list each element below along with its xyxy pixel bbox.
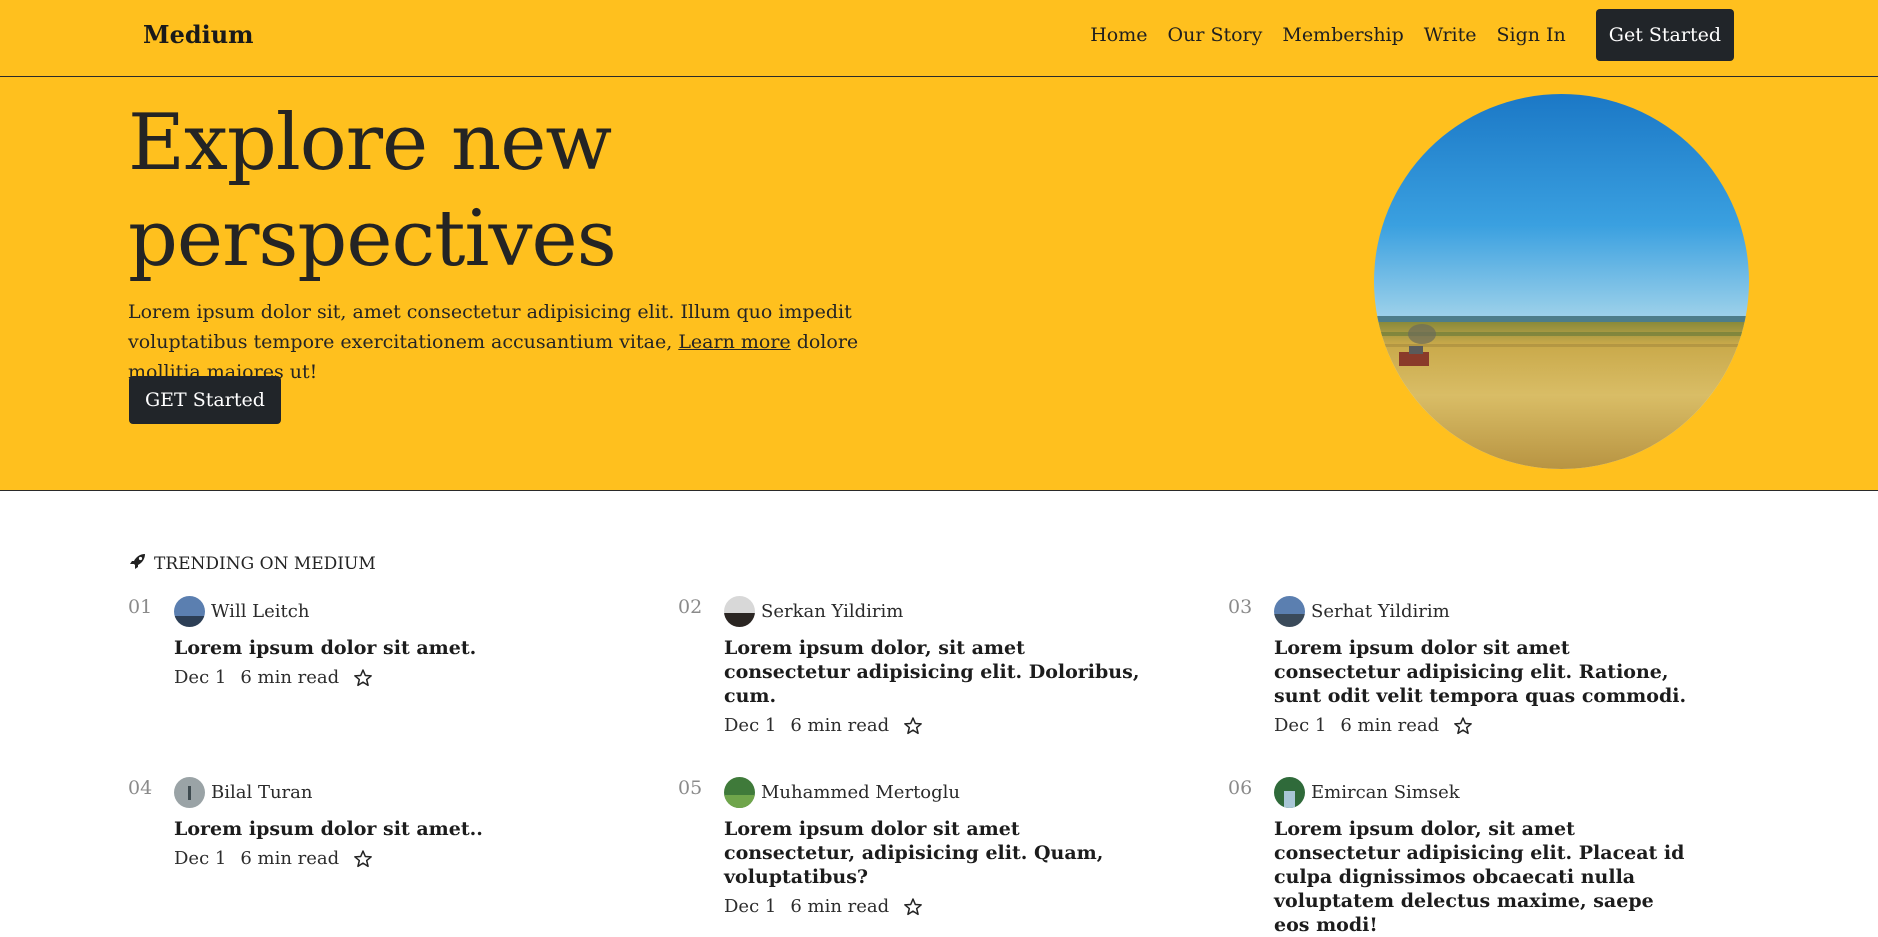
author[interactable]: Serkan Yildirim bbox=[724, 596, 903, 627]
article-title[interactable]: Lorem ipsum dolor, sit amet consectetur … bbox=[724, 636, 1144, 738]
article-title[interactable]: Lorem ipsum dolor sit amet consectetur, … bbox=[724, 817, 1144, 919]
avatar bbox=[724, 596, 755, 627]
article-title-text: Lorem ipsum dolor sit amet. bbox=[174, 637, 477, 659]
trending-number: 06 bbox=[1228, 777, 1253, 799]
author[interactable]: Muhammed Mertoglu bbox=[724, 777, 960, 808]
hero-get-started-button[interactable]: GET Started bbox=[129, 376, 281, 424]
author-name: Serhat Yildirim bbox=[1311, 601, 1450, 622]
article-read-time: 6 min read bbox=[240, 848, 340, 869]
trending-title: TRENDING ON MEDIUM bbox=[154, 553, 376, 574]
star-icon[interactable] bbox=[903, 897, 923, 917]
author-name: Emircan Simsek bbox=[1311, 782, 1460, 803]
avatar bbox=[724, 777, 755, 808]
author[interactable]: Emircan Simsek bbox=[1274, 777, 1460, 808]
rocket-icon bbox=[128, 551, 148, 576]
trending-number: 01 bbox=[128, 596, 153, 618]
trending-heading: TRENDING ON MEDIUM bbox=[128, 551, 376, 576]
nav-links: Home Our Story Membership Write Sign In … bbox=[1090, 9, 1734, 61]
avatar bbox=[174, 777, 205, 808]
article-date: Dec 1 bbox=[174, 667, 227, 688]
hero-section: Explore new perspectives Lorem ipsum dol… bbox=[0, 77, 1878, 491]
star-icon[interactable] bbox=[1453, 716, 1473, 736]
article-read-time: 6 min read bbox=[790, 715, 890, 736]
trending-number: 02 bbox=[678, 596, 703, 618]
article-title[interactable]: Lorem ipsum dolor sit amet.. Dec 1 6 min… bbox=[174, 817, 594, 871]
article-title-text: Lorem ipsum dolor sit amet consectetur a… bbox=[1274, 637, 1687, 707]
star-icon[interactable] bbox=[353, 668, 373, 688]
star-icon[interactable] bbox=[903, 716, 923, 736]
article-title[interactable]: Lorem ipsum dolor, sit amet consectetur … bbox=[1274, 817, 1694, 937]
article-date: Dec 1 bbox=[724, 715, 777, 736]
nav-link-our-story[interactable]: Our Story bbox=[1168, 24, 1263, 46]
author[interactable]: Bilal Turan bbox=[174, 777, 312, 808]
article-title-text: Lorem ipsum dolor, sit amet consectetur … bbox=[724, 637, 1140, 707]
trending-number: 05 bbox=[678, 777, 703, 799]
star-icon[interactable] bbox=[353, 849, 373, 869]
article-meta: Dec 1 6 min read bbox=[174, 847, 594, 871]
article-read-time: 6 min read bbox=[240, 667, 340, 688]
article-date: Dec 1 bbox=[1274, 715, 1327, 736]
article-title-text: Lorem ipsum dolor sit amet consectetur, … bbox=[724, 818, 1104, 888]
learn-more-link[interactable]: Learn more bbox=[678, 331, 790, 353]
article-meta: Dec 1 6 min read bbox=[724, 714, 1144, 738]
article-meta: Dec 1 6 min read bbox=[724, 895, 1144, 919]
hero-title: Explore new perspectives bbox=[128, 98, 617, 284]
author-name: Serkan Yildirim bbox=[761, 601, 904, 622]
article-title[interactable]: Lorem ipsum dolor sit amet. Dec 1 6 min … bbox=[174, 636, 594, 690]
nav-link-sign-in[interactable]: Sign In bbox=[1497, 24, 1566, 46]
author[interactable]: Will Leitch bbox=[174, 596, 309, 627]
hero-description: Lorem ipsum dolor sit, amet consectetur … bbox=[128, 297, 928, 387]
navbar: Medium Home Our Story Membership Write S… bbox=[0, 0, 1878, 77]
article-title[interactable]: Lorem ipsum dolor sit amet consectetur a… bbox=[1274, 636, 1694, 738]
article-read-time: 6 min read bbox=[790, 896, 890, 917]
author-name: Bilal Turan bbox=[211, 782, 313, 803]
brand-logo[interactable]: Medium bbox=[143, 20, 254, 49]
author-name: Muhammed Mertoglu bbox=[761, 782, 961, 803]
author[interactable]: Serhat Yildirim bbox=[1274, 596, 1450, 627]
article-title-text: Lorem ipsum dolor, sit amet consectetur … bbox=[1274, 818, 1685, 936]
get-started-button[interactable]: Get Started bbox=[1595, 9, 1734, 61]
nav-link-home[interactable]: Home bbox=[1090, 24, 1147, 46]
article-read-time: 6 min read bbox=[1340, 715, 1440, 736]
trending-number: 03 bbox=[1228, 596, 1253, 618]
article-date: Dec 1 bbox=[724, 896, 777, 917]
avatar bbox=[174, 596, 205, 627]
hero-field-image bbox=[1374, 94, 1749, 469]
author-name: Will Leitch bbox=[211, 601, 310, 622]
article-date: Dec 1 bbox=[174, 848, 227, 869]
trending-number: 04 bbox=[128, 777, 153, 799]
article-meta: Dec 1 6 min read bbox=[1274, 714, 1694, 738]
article-meta: Dec 1 6 min read bbox=[174, 666, 594, 690]
avatar bbox=[1274, 777, 1305, 808]
nav-link-membership[interactable]: Membership bbox=[1282, 24, 1403, 46]
article-title-text: Lorem ipsum dolor sit amet.. bbox=[174, 818, 483, 840]
avatar bbox=[1274, 596, 1305, 627]
nav-link-write[interactable]: Write bbox=[1424, 24, 1477, 46]
